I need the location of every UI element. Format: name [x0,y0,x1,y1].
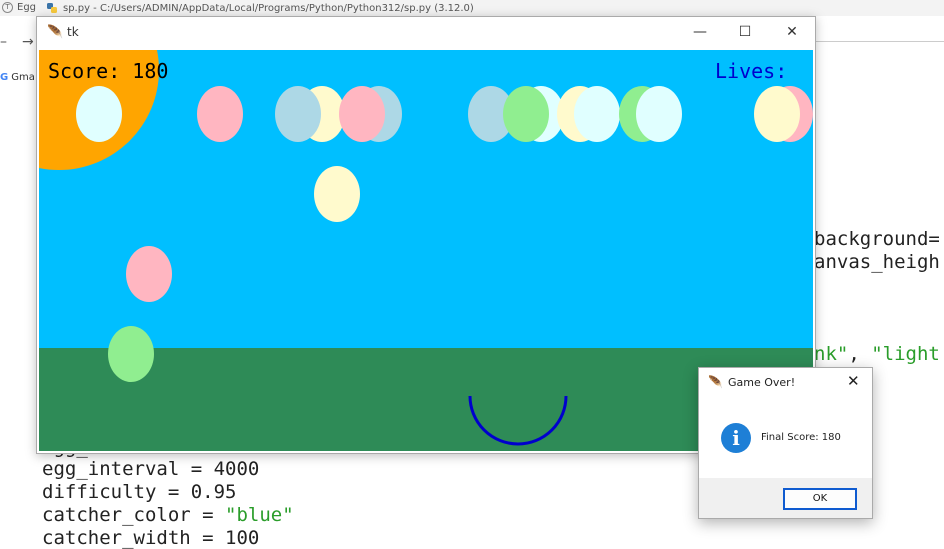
ide-title-text: sp.py - C:/Users/ADMIN/AppData/Local/Pro… [63,2,474,14]
egg [108,326,154,382]
dialog-footer: OK [699,478,872,518]
code-line: nk", "light [814,343,940,365]
egg [754,86,800,142]
code-line: difficulty = 0.95 [42,481,237,503]
egg [636,86,682,142]
feather-icon: 🪶 [708,375,723,389]
tk-window-title: tk [67,25,79,39]
code-string: nk" [814,343,849,365]
lives-text: Lives: [715,59,787,83]
score-text: Score: 180 [48,59,168,83]
google-g-icon: G [0,72,9,83]
minimize-icon[interactable]: — [685,21,715,43]
egg [503,86,549,142]
game-over-dialog: 🪶 Game Over! ✕ i Final Score: 180 OK [698,367,873,519]
dialog-body: i Final Score: 180 [699,398,872,478]
forward-arrow-icon[interactable]: → [22,34,34,50]
grass [39,348,813,451]
ok-button[interactable]: OK [783,488,857,510]
ide-window-title: sp.py - C:/Users/ADMIN/AppData/Local/Pro… [46,2,474,14]
egg [76,86,122,142]
dialog-title: Game Over! [728,376,796,389]
egg [197,86,243,142]
dialog-message: Final Score: 180 [761,432,841,443]
info-icon: i [721,423,751,453]
code-string: "blue" [225,504,294,526]
bookmark-gmail[interactable]: G Gma [0,72,35,83]
ide-divider [816,41,944,42]
browser-tab[interactable]: T Egg [2,2,36,13]
egg [314,166,360,222]
close-icon[interactable]: ✕ [777,21,807,43]
egg [275,86,321,142]
tk-titlebar[interactable]: 🪶 tk — ☐ ✕ [37,17,815,49]
game-canvas[interactable]: Score: 180 Lives: [39,50,813,451]
code-line: egg_interval = 4000 [42,458,260,480]
feather-icon: 🪶 [47,25,64,40]
code-line: catcher_width = 100 [42,527,260,549]
code-text: catcher_color = [42,504,226,526]
menu-dash-icon: – [0,34,7,50]
dialog-titlebar[interactable]: 🪶 Game Over! ✕ [699,368,872,398]
egg [126,246,172,302]
browser-nav: – → [0,34,40,54]
ide-titlebar: T Egg sp.py - C:/Users/ADMIN/AppData/Loc… [0,0,944,16]
code-line: catcher_color = "blue" [42,504,294,526]
close-icon[interactable]: ✕ [847,372,860,390]
egg [574,86,620,142]
tab-favicon-icon: T [2,2,13,13]
bookmark-label: Gma [11,72,35,83]
python-file-icon [47,3,57,13]
egg [339,86,385,142]
code-punct: , [848,343,872,365]
maximize-icon[interactable]: ☐ [730,21,760,43]
code-line: anvas_heigh [814,251,940,273]
code-line: background= [814,228,940,250]
browser-tab-label: Egg [17,2,37,13]
code-string: "light [871,343,940,365]
